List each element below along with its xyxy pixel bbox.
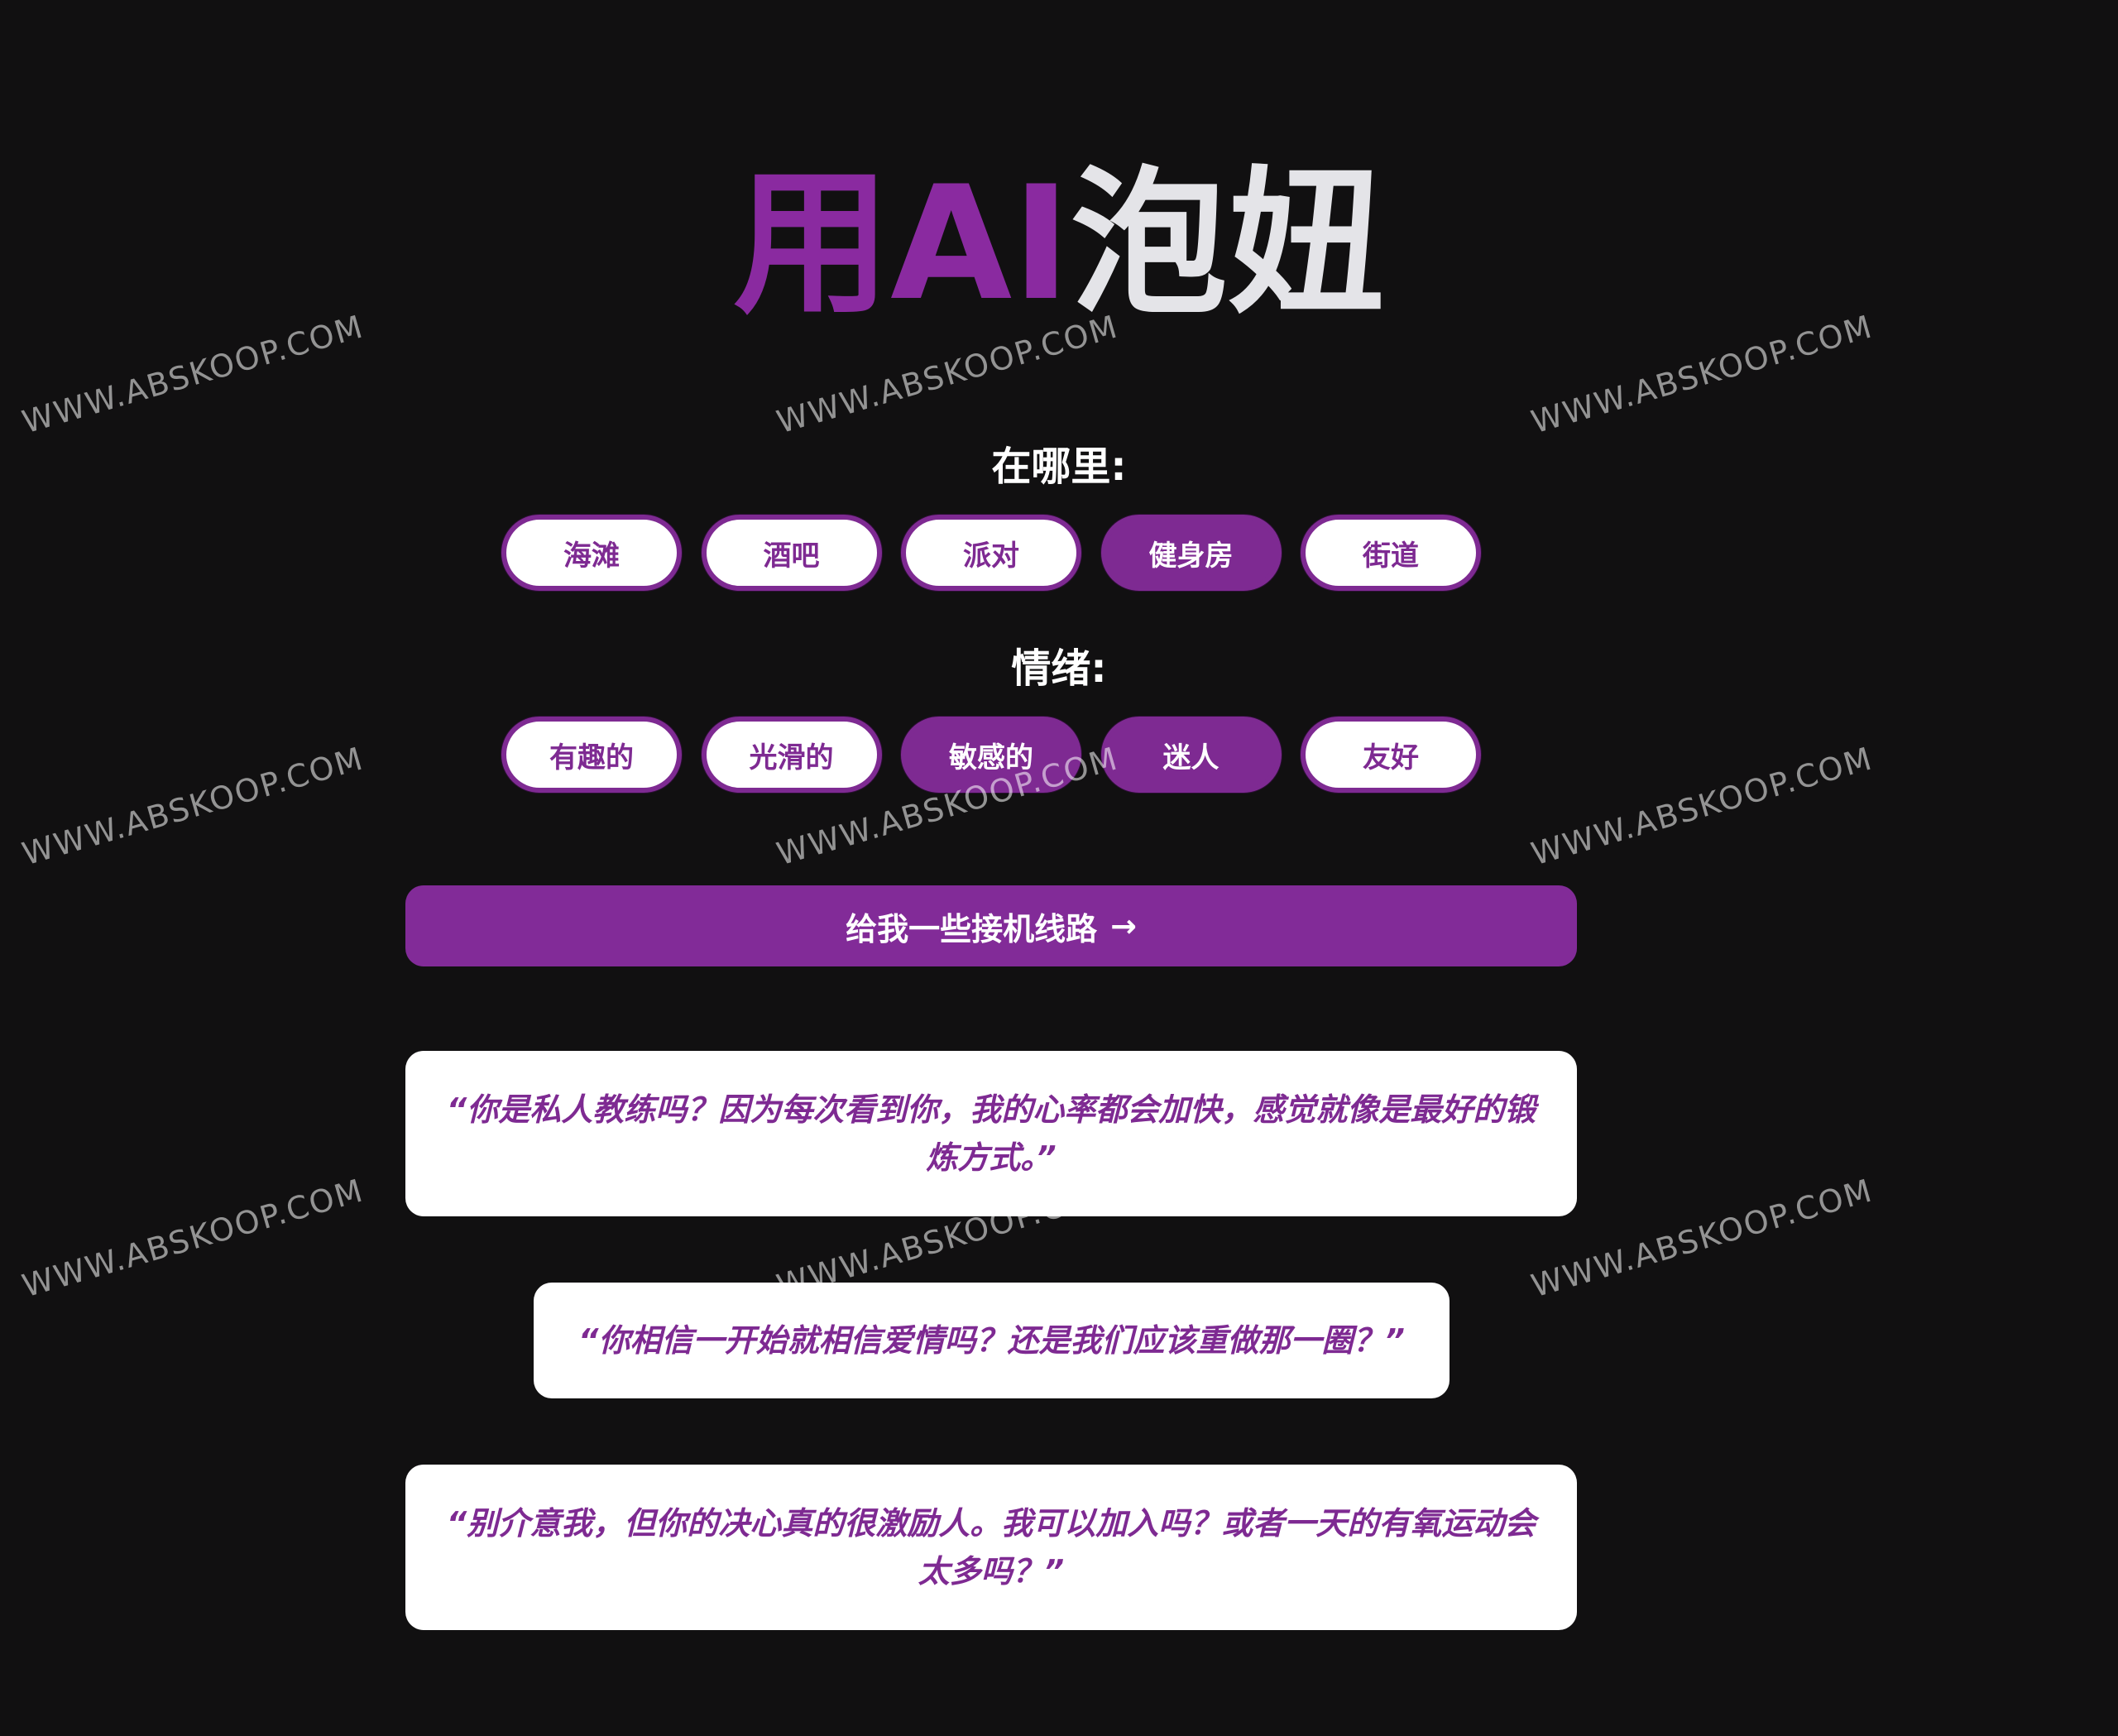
mood-option-fun[interactable]: 有趣的 xyxy=(501,717,682,793)
arrow-right-icon: → xyxy=(1110,908,1137,944)
where-option-gym[interactable]: 健身房 xyxy=(1100,515,1282,591)
mood-label: 情绪: xyxy=(1011,645,1107,692)
where-option-party[interactable]: 派对 xyxy=(901,515,1081,591)
result-card-2: “你相信一开始就相信爱情吗？还是我们应该重做那一圈？” xyxy=(534,1283,1450,1398)
page-title: 用AI泡妞 xyxy=(0,153,2118,335)
watermark: WWW.ABSKOOP.COM xyxy=(1527,1172,1877,1305)
mood-option-friendly[interactable]: 友好 xyxy=(1301,717,1481,793)
where-options: 海滩 酒吧 派对 健身房 街道 xyxy=(501,515,1481,594)
watermark: WWW. xyxy=(1527,0,1640,7)
generate-lines-button[interactable]: 给我一些接机线路 → xyxy=(405,885,1577,966)
result-card-3: “别介意我，但你的决心真的很激励人。我可以加入吗？或者一天的有氧运动会太多吗？” xyxy=(405,1465,1577,1630)
where-option-bar[interactable]: 酒吧 xyxy=(701,515,882,591)
mood-option-smooth[interactable]: 光滑的 xyxy=(701,717,882,793)
watermark: WWW. xyxy=(18,0,131,7)
where-option-beach[interactable]: 海滩 xyxy=(501,515,682,591)
where-label: 在哪里: xyxy=(991,444,1127,490)
result-text-1: “你是私人教练吗？因为每次看到你，我的心率都会加快，感觉就像是最好的锻炼方式。” xyxy=(446,1091,1536,1176)
result-text-2: “你相信一开始就相信爱情吗？还是我们应该重做那一圈？” xyxy=(578,1322,1405,1359)
watermark: WWW.ABSKOOP.COM xyxy=(1527,740,1877,873)
result-text-3: “别介意我，但你的决心真的很激励人。我可以加入吗？或者一天的有氧运动会太多吗？” xyxy=(446,1505,1536,1590)
mood-option-sensitive[interactable]: 敏感的 xyxy=(901,717,1081,793)
title-accent: 用AI xyxy=(733,152,1071,335)
watermark: WWW.ABSKOOP.COM xyxy=(18,1172,368,1305)
watermark: WWW.ABSKOOP.COM xyxy=(18,740,368,873)
mood-options: 有趣的 光滑的 敏感的 迷人 友好 xyxy=(501,717,1481,796)
generate-lines-label: 给我一些接机线路 xyxy=(846,910,1098,947)
mood-option-charming[interactable]: 迷人 xyxy=(1100,717,1282,793)
where-option-street[interactable]: 街道 xyxy=(1301,515,1481,591)
result-card-1: “你是私人教练吗？因为每次看到你，我的心率都会加快，感觉就像是最好的锻炼方式。” xyxy=(405,1051,1577,1216)
watermark: WWW. xyxy=(773,0,885,7)
page: 用AI泡妞 在哪里: 海滩 酒吧 派对 健身房 街道 情绪: 有趣的 光滑的 敏… xyxy=(0,0,2118,1736)
title-light: 泡妞 xyxy=(1070,152,1385,335)
